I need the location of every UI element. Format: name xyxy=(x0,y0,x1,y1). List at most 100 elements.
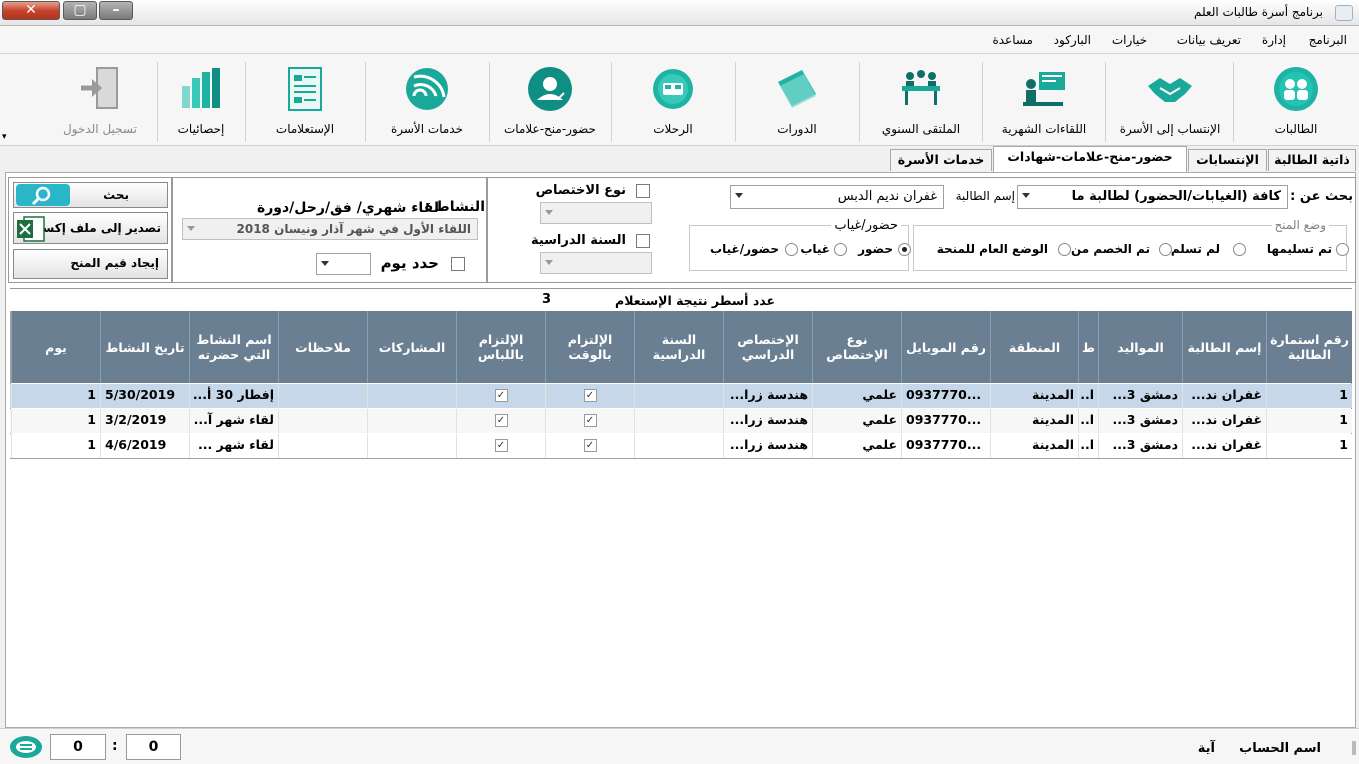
activity-select[interactable]: اللقاء الأول في شهر آذار ونيسان 2018 xyxy=(182,218,478,240)
grid-header-name[interactable]: إسم الطالبة xyxy=(1182,311,1266,383)
grid-cell-time: ✓ xyxy=(545,434,634,458)
grant-general-radio[interactable] xyxy=(1058,243,1071,256)
grid-checkbox-dress[interactable]: ✓ xyxy=(494,389,508,402)
student-name-select[interactable]: غفران نديم الدبس xyxy=(730,185,944,209)
toolbar-join-button[interactable]: الإنتساب إلى الأسرة xyxy=(1108,60,1232,142)
grid-cell-part xyxy=(367,434,456,458)
grid-header-day[interactable]: يوم xyxy=(11,311,100,383)
grid-checkbox-time[interactable]: ✓ xyxy=(583,414,597,427)
grant-delivered-radio[interactable] xyxy=(1336,243,1349,256)
grid-header-t[interactable]: ط xyxy=(1078,311,1098,383)
grid-header-activity[interactable]: اسم النشاط التي حضرته xyxy=(189,311,278,383)
tab-student-profile[interactable]: ذاتية الطالبة xyxy=(1268,149,1356,171)
minimize-window-button[interactable]: – xyxy=(99,1,133,20)
menu-barcode[interactable]: الباركود xyxy=(1054,33,1091,47)
grid-header-region[interactable]: المنطقة xyxy=(990,311,1078,383)
toolbar-login-button[interactable]: تسجيل الدخول xyxy=(50,60,150,142)
menu-help[interactable]: مساعدة xyxy=(992,33,1033,47)
attendance-present-label: حضور xyxy=(858,242,893,256)
toolbar-trips-button[interactable]: الرحلات xyxy=(614,60,732,142)
close-window-button[interactable]: ✕ xyxy=(2,1,60,20)
grid-cell-region: المدينة xyxy=(990,434,1078,458)
table-row[interactable]: 1غفران ند...دمشق 3...ا...المدينة0937770.… xyxy=(10,409,1352,433)
toolbar-overflow-icon[interactable]: ▾ xyxy=(2,132,7,142)
attendance-label: حضور/غياب xyxy=(831,218,901,233)
grid-checkbox-time[interactable]: ✓ xyxy=(583,439,597,452)
find-grants-button[interactable]: إيجاد قيم المنح xyxy=(13,249,168,279)
grid-cell-part xyxy=(367,384,456,408)
tab-family-services[interactable]: خدمات الأسرة xyxy=(890,149,992,171)
table-row[interactable]: 1غفران ند...دمشق 3...ا...المدينة0937770.… xyxy=(10,434,1352,458)
grid-header-time[interactable]: الإلتزام بالوقت xyxy=(545,311,634,383)
grid-checkbox-dress[interactable]: ✓ xyxy=(494,439,508,452)
grid-header-mobile[interactable]: رقم الموبايل xyxy=(901,311,990,383)
toolbar-courses-button[interactable]: الدورات xyxy=(738,60,856,142)
grid-header-date[interactable]: تاريخ النشاط xyxy=(100,311,189,383)
grid-header-spec[interactable]: الإختصاص الدراسي xyxy=(723,311,812,383)
grid-cell-activity: لقاء شهر آ... xyxy=(189,409,278,433)
grid-cell-dress: ✓ xyxy=(456,409,545,433)
maximize-window-button[interactable]: ▢ xyxy=(63,1,97,20)
menu-options[interactable]: خيارات xyxy=(1112,33,1147,47)
toolbar-services-button[interactable]: خدمات الأسرة xyxy=(368,60,486,142)
day-select[interactable] xyxy=(316,253,371,275)
chevron-down-icon xyxy=(545,210,553,215)
spec-type-select[interactable] xyxy=(540,202,652,224)
toolbar-students-button[interactable]: الطالبات xyxy=(1236,60,1356,142)
grid-header-dress[interactable]: الإلتزام باللباس xyxy=(456,311,545,383)
spec-type-checkbox[interactable] xyxy=(636,184,650,198)
grant-deducted-radio[interactable] xyxy=(1159,243,1172,256)
limit-day-label: حدد يوم xyxy=(380,254,439,272)
tab-attendance-grants[interactable]: حضور-منح-علامات-شهادات xyxy=(993,146,1187,172)
grid-header-birth[interactable]: المواليد xyxy=(1098,311,1182,383)
attendance-both-radio[interactable] xyxy=(785,243,798,256)
limit-day-checkbox[interactable] xyxy=(451,257,465,271)
grid-cell-spec_type: علمي xyxy=(812,409,901,433)
grant-general-label: الوضع العام للمنحة xyxy=(936,242,1048,256)
grid-checkbox-dress[interactable]: ✓ xyxy=(494,414,508,427)
grid-cell-date: 3/2/2019 xyxy=(100,409,189,433)
grid-cell-num: 1 xyxy=(1266,384,1352,408)
study-year-label: السنة الدراسية xyxy=(530,233,626,248)
menu-admin[interactable]: إدارة xyxy=(1262,33,1286,47)
menu-program[interactable]: البرنامج xyxy=(1309,33,1347,47)
study-year-checkbox[interactable] xyxy=(636,234,650,248)
handshake-icon xyxy=(1148,78,1192,102)
grid-header-year[interactable]: السنة الدراسية xyxy=(634,311,723,383)
chevron-down-icon xyxy=(735,193,743,198)
grid-header-notes[interactable]: ملاحظات xyxy=(278,311,367,383)
attendance-absent-radio[interactable] xyxy=(834,243,847,256)
toolbar-queries-button[interactable]: الإستعلامات xyxy=(248,60,362,142)
toolbar-attendance-button[interactable]: حضور-منح-علامات xyxy=(492,60,608,142)
divider xyxy=(10,288,1352,289)
study-year-select[interactable] xyxy=(540,252,652,274)
results-count-value: 3 xyxy=(541,292,551,307)
report-form-icon xyxy=(288,67,322,111)
toolbar-monthly-button[interactable]: اللقاءات الشهرية xyxy=(985,60,1103,142)
meeting-desk-icon xyxy=(1023,72,1065,106)
menu-define-data[interactable]: تعريف بيانات xyxy=(1177,33,1241,47)
chevron-down-icon xyxy=(187,226,195,231)
grid-cell-time: ✓ xyxy=(545,384,634,408)
search-for-select[interactable]: كافة (الغيابات/الحضور) لطالبة ما xyxy=(1017,185,1288,209)
grid-header-num[interactable]: رقم استمارة الطالبة xyxy=(1266,311,1352,383)
grid-checkbox-time[interactable]: ✓ xyxy=(583,389,597,402)
grid-header-part[interactable]: المشاركات xyxy=(367,311,456,383)
tab-memberships[interactable]: الإنتسابات xyxy=(1188,149,1267,171)
menu-bar: البرنامج إدارة تعريف بيانات خيارات البار… xyxy=(0,26,1359,54)
grant-not-delivered-radio[interactable] xyxy=(1233,243,1246,256)
export-excel-button[interactable]: تصدير إلى ملف إكسل xyxy=(13,212,168,244)
grid-cell-spec: هندسة زرا... xyxy=(723,434,812,458)
attendance-present-radio[interactable] xyxy=(898,243,911,256)
grid-header-spec_type[interactable]: نوع الإختصاص xyxy=(812,311,901,383)
keyboard-icon[interactable] xyxy=(9,735,43,759)
search-button[interactable]: بحث xyxy=(13,182,168,208)
toolbar-forum-button[interactable]: الملتقى السنوي xyxy=(862,60,980,142)
chevron-down-icon xyxy=(545,260,553,265)
grid-cell-time: ✓ xyxy=(545,409,634,433)
table-row[interactable]: 1غفران ند...دمشق 3...ا...المدينة0937770.… xyxy=(10,384,1352,408)
grid-cell-notes xyxy=(278,409,367,433)
grid-cell-t: ا... xyxy=(1078,384,1098,408)
toolbar-stats-button[interactable]: إحصائيات xyxy=(160,60,242,142)
window-title: برنامج أسرة طالبات العلم xyxy=(1193,5,1323,19)
